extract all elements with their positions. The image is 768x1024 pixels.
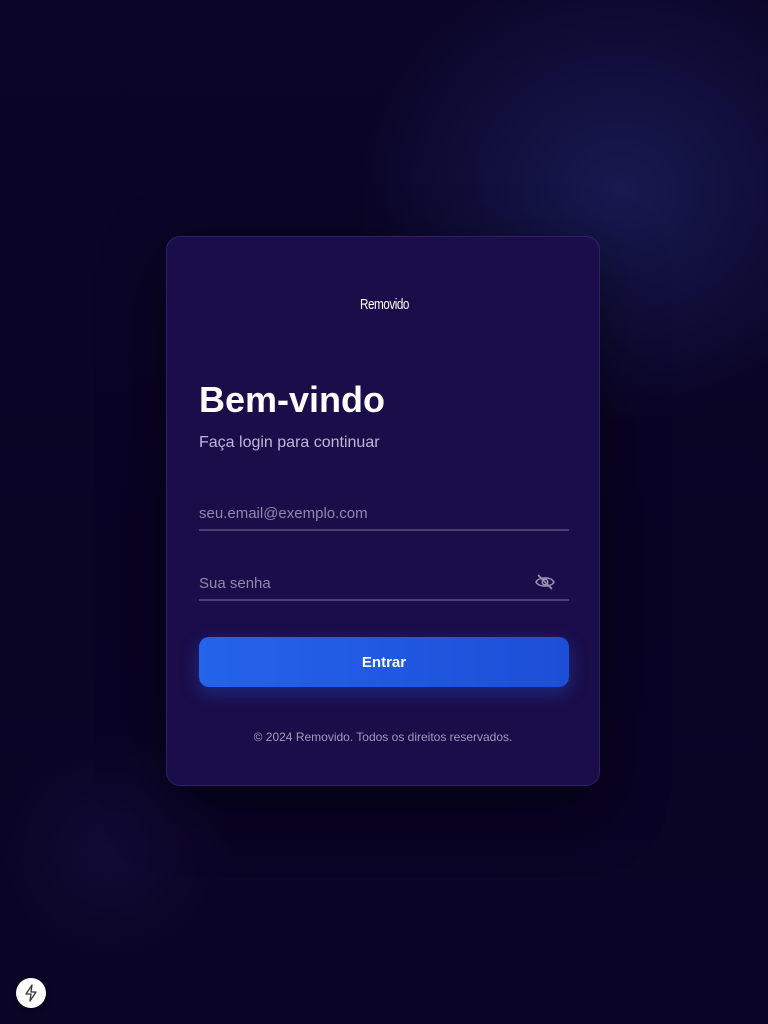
lightning-bolt-icon (25, 984, 37, 1002)
brand-logo: Removido (357, 281, 413, 327)
eye-off-icon[interactable] (535, 574, 555, 590)
login-button[interactable]: Entrar (199, 637, 569, 687)
page-subtitle: Faça login para continuar (199, 434, 380, 451)
login-card: Removido Bem-vindo Faça login para conti… (166, 236, 600, 786)
copyright-footer: © 2024 Removido. Todos os direitos reser… (253, 730, 513, 744)
page-title: Bem-vindo (199, 379, 386, 420)
email-input[interactable] (199, 497, 569, 529)
dev-tools-badge[interactable] (16, 978, 46, 1008)
password-field (199, 567, 569, 601)
password-input[interactable] (199, 567, 569, 599)
logo-text: Removido (360, 295, 409, 313)
email-field (199, 497, 569, 531)
